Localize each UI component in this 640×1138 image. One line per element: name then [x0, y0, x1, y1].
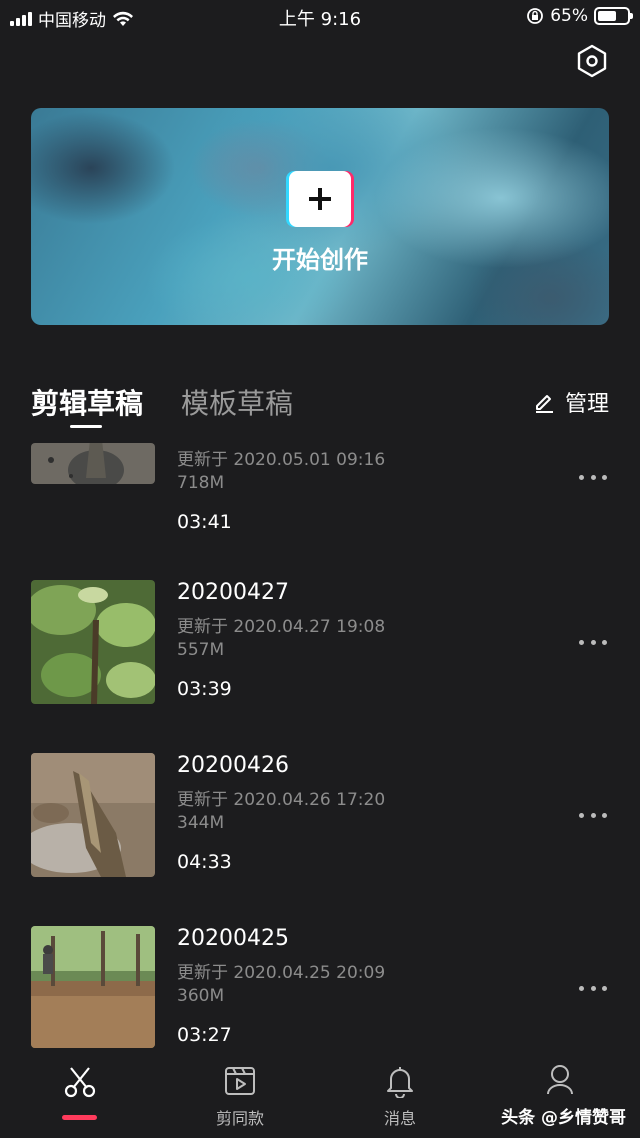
draft-thumbnail[interactable] — [31, 753, 155, 877]
profile-icon — [547, 1065, 573, 1095]
draft-updated: 更新于 2020.04.27 19:08 — [177, 617, 386, 637]
draft-size: 344M — [177, 813, 225, 833]
tab-template-drafts[interactable]: 模板草稿 — [181, 382, 293, 422]
draft-updated: 更新于 2020.04.26 17:20 — [177, 790, 386, 810]
list-item[interactable]: 20200427 更新于 2020.04.27 19:08 557M 03:39 — [0, 580, 640, 705]
draft-title: 20200427 — [177, 580, 289, 605]
draft-duration: 03:41 — [177, 511, 232, 533]
draft-title: 20200425 — [177, 926, 289, 951]
watermark: 头条 @乡情赞哥 — [501, 1108, 626, 1128]
start-creation-label[interactable]: 开始创作 — [31, 240, 609, 275]
draft-size: 718M — [177, 473, 225, 493]
edit-icon — [535, 395, 553, 413]
nav-label-template: 剪同款 — [215, 1109, 264, 1128]
nav-item-edit[interactable] — [20, 1050, 140, 1138]
start-creation-banner[interactable]: 开始创作 — [31, 108, 609, 325]
nav-item-messages[interactable]: 消息 — [340, 1050, 460, 1138]
draft-size: 360M — [177, 986, 225, 1006]
manage-label: 管理 — [564, 392, 609, 417]
settings-hexagon-icon[interactable] — [574, 43, 610, 79]
draft-updated: 更新于 2020.05.01 09:16 — [177, 450, 386, 470]
draft-updated: 更新于 2020.04.25 20:09 — [177, 963, 386, 983]
video-template-icon — [225, 1067, 255, 1095]
active-tab-indicator — [70, 425, 102, 428]
tab-edit-drafts[interactable]: 剪辑草稿 — [31, 382, 143, 422]
draft-duration: 04:33 — [177, 851, 232, 873]
scissors-icon — [64, 1067, 96, 1098]
more-options-icon[interactable] — [579, 467, 607, 487]
manage-button[interactable]: 管理 — [533, 386, 609, 418]
bottom-nav: 剪同款 消息 头条 @乡情赞哥 — [0, 1050, 640, 1138]
list-item[interactable]: 20200426 更新于 2020.04.26 17:20 344M 04:33 — [0, 753, 640, 878]
status-bar: 中国移动 上午 9:16 65% — [0, 0, 640, 34]
battery-fill — [598, 11, 616, 21]
bell-icon — [387, 1067, 413, 1098]
draft-tabs: 剪辑草稿 模板草稿 管理 — [31, 382, 609, 432]
draft-thumbnail[interactable] — [31, 443, 155, 484]
nav-label-messages: 消息 — [383, 1109, 416, 1128]
draft-thumbnail[interactable] — [31, 926, 155, 1048]
more-options-icon[interactable] — [579, 632, 607, 652]
plus-icon[interactable] — [289, 171, 351, 227]
battery-icon — [594, 7, 633, 25]
draft-thumbnail[interactable] — [31, 580, 155, 704]
draft-list[interactable]: 更新于 2020.05.01 09:16 718M 03:41 20200427… — [0, 443, 640, 1048]
more-options-icon[interactable] — [579, 805, 607, 825]
more-options-icon[interactable] — [579, 978, 607, 998]
active-nav-indicator — [62, 1115, 97, 1120]
draft-size: 557M — [177, 640, 225, 660]
draft-duration: 03:39 — [177, 678, 232, 700]
nav-item-template[interactable]: 剪同款 — [180, 1050, 300, 1138]
draft-duration: 03:27 — [177, 1024, 232, 1046]
battery-percent: 65% — [550, 6, 588, 26]
status-bar-right: 65% — [526, 6, 633, 26]
draft-title: 20200426 — [177, 753, 289, 778]
list-item[interactable]: 更新于 2020.05.01 09:16 718M 03:41 — [0, 443, 640, 533]
rotation-lock-icon — [527, 8, 544, 24]
list-item[interactable]: 20200425 更新于 2020.04.25 20:09 360M 03:27 — [0, 926, 640, 1048]
